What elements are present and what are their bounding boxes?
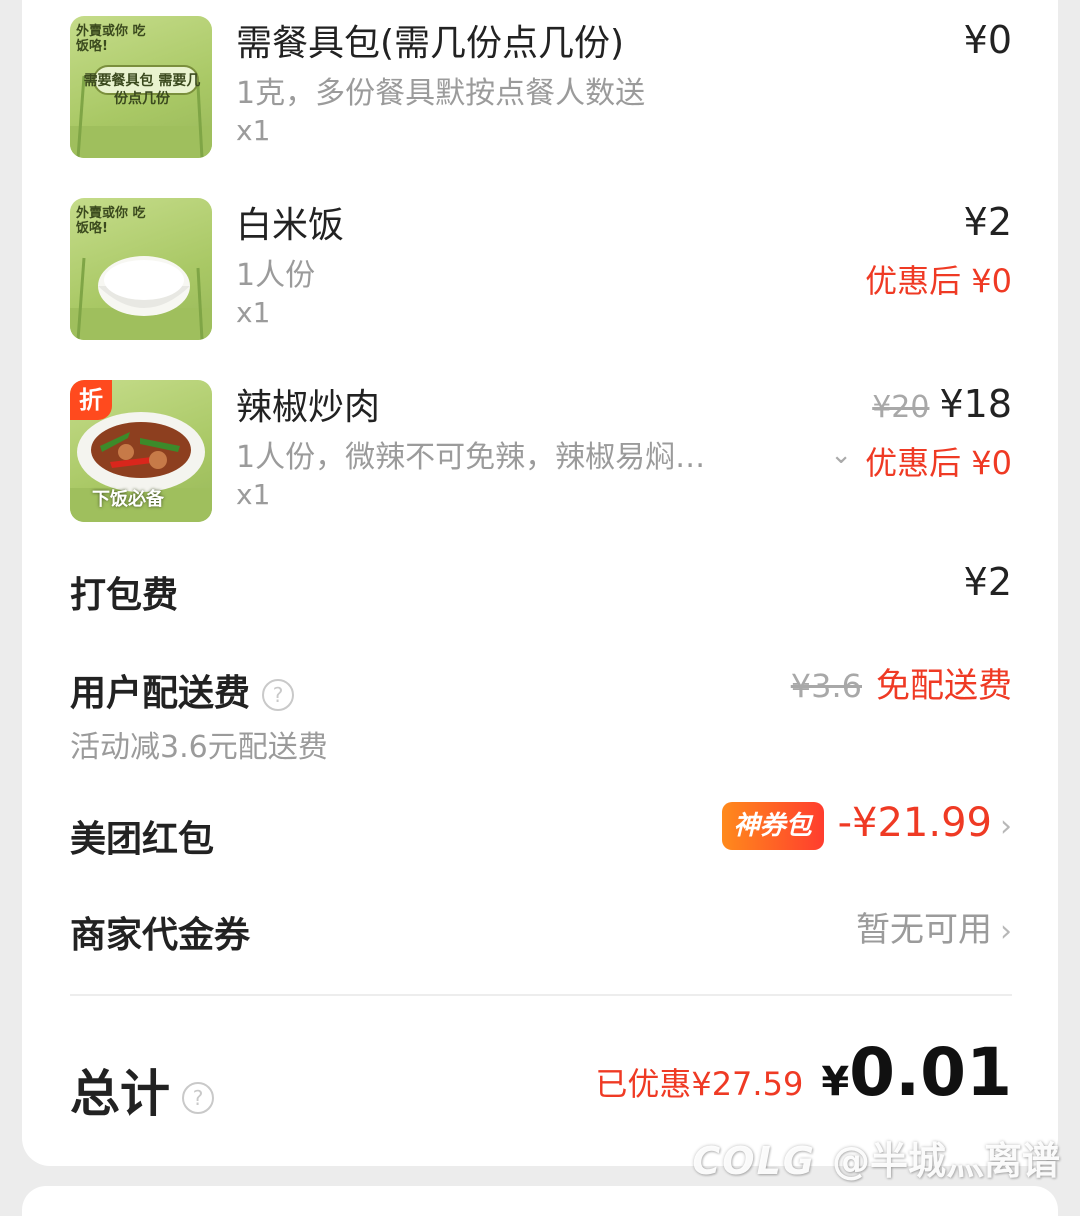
order-item[interactable]: 外賣或你 吃饭咯! 需要餐具包 需要几份点几份 需餐具包(需几份点几份) 1克，… [70,16,1012,158]
item-name: 辣椒炒肉 [236,387,381,428]
item-spec: 1人份，微辣不可免辣，辣椒易焖… [236,440,706,475]
item-price: ¥18 [939,382,1012,426]
help-circle-icon[interactable]: ? [182,1081,214,1114]
total-row: 总计? 已优惠¥27.59 ¥0.01 [70,1034,1012,1126]
order-detail-card: 外賣或你 吃饭咯! 需要餐具包 需要几份点几份 需餐具包(需几份点几份) 1克，… [22,0,1058,1166]
delivery-fee-row: 用户配送费? 活动减3.6元配送费 ¥3.6 免配送费 [70,664,1012,766]
section-divider [70,994,1012,996]
item-thumbnail: 外賣或你 吃饭咯! [70,198,212,340]
watermark-logo: COLG [692,1139,816,1183]
red-packet-row[interactable]: 美团红包 神券包 -¥21.99 › [70,800,1012,862]
total-currency: ¥ [821,1059,850,1105]
order-item[interactable]: 外賣或你 吃饭咯! 白米饭 1人份 x1 ¥2 优惠后 ¥0 [70,198,1012,340]
delivery-fee-note: 活动减3.6元配送费 [70,730,328,765]
total-amount: 0.01 [849,1034,1012,1111]
delivery-fee-label: 用户配送费 [70,673,251,714]
item-spec: 1人份 [236,258,316,293]
help-circle-icon[interactable]: ? [262,679,295,711]
delivery-fee-original: ¥3.6 [790,667,862,705]
item-name: 需餐具包(需几份点几份) [236,23,625,64]
watermark-handle: @半城灬离谱 [831,1139,1060,1183]
merchant-voucher-value: 暂无可用 [856,910,992,950]
item-quantity: x1 [236,296,271,329]
discount-badge: 折 [70,380,112,420]
item-name: 白米饭 [236,205,345,246]
total-saved: 已优惠¥27.59 [595,1065,804,1103]
next-card [22,1186,1058,1216]
item-original-price: ¥20 [872,390,930,425]
thumb-caption: 需要餐具包 需要几份点几份 [83,73,201,107]
total-label: 总计 [70,1065,170,1123]
chevron-right-icon[interactable]: › [1000,809,1012,844]
packing-fee-label: 打包费 [70,575,179,616]
watermark: COLG @半城灬离谱 [692,1130,1060,1185]
packing-fee-value: ¥2 [963,560,1012,604]
thumb-caption: 下饭必备 [92,489,164,510]
coupon-pack-badge: 神券包 [721,801,824,850]
item-thumbnail: 折 下饭必备 [70,380,212,522]
item-discount-price: 优惠后 ¥0 [865,262,1012,300]
item-price-group: ¥20 ¥18 [872,382,1012,426]
item-quantity: x1 [236,478,271,511]
red-packet-value: -¥21.99 [837,800,992,846]
thumb-caption: 外賣或你 吃饭咯! [76,206,146,236]
thumb-caption: 外賣或你 吃饭咯! [76,24,146,54]
merchant-voucher-row[interactable]: 商家代金券 暂无可用 › [70,906,1012,958]
delivery-fee-value: 免配送费 [876,666,1012,706]
item-discount-price: 优惠后 ¥0 [865,444,1012,482]
item-spec: 1克，多份餐具默按点餐人数送 [236,76,646,111]
item-price: ¥2 [963,200,1012,244]
chevron-right-icon[interactable]: › [1000,914,1012,949]
chevron-down-icon[interactable]: ⌄ [830,440,852,470]
item-price: ¥0 [963,18,1012,62]
order-item[interactable]: 折 下饭必备 辣椒炒肉 1人份，微辣不可免辣，辣椒易焖… x1 ¥20 ¥18 ⌄… [70,380,1012,522]
item-quantity: x1 [236,114,271,147]
item-thumbnail: 外賣或你 吃饭咯! 需要餐具包 需要几份点几份 [70,16,212,158]
packing-fee-row: 打包费 ¥2 [70,560,1012,618]
